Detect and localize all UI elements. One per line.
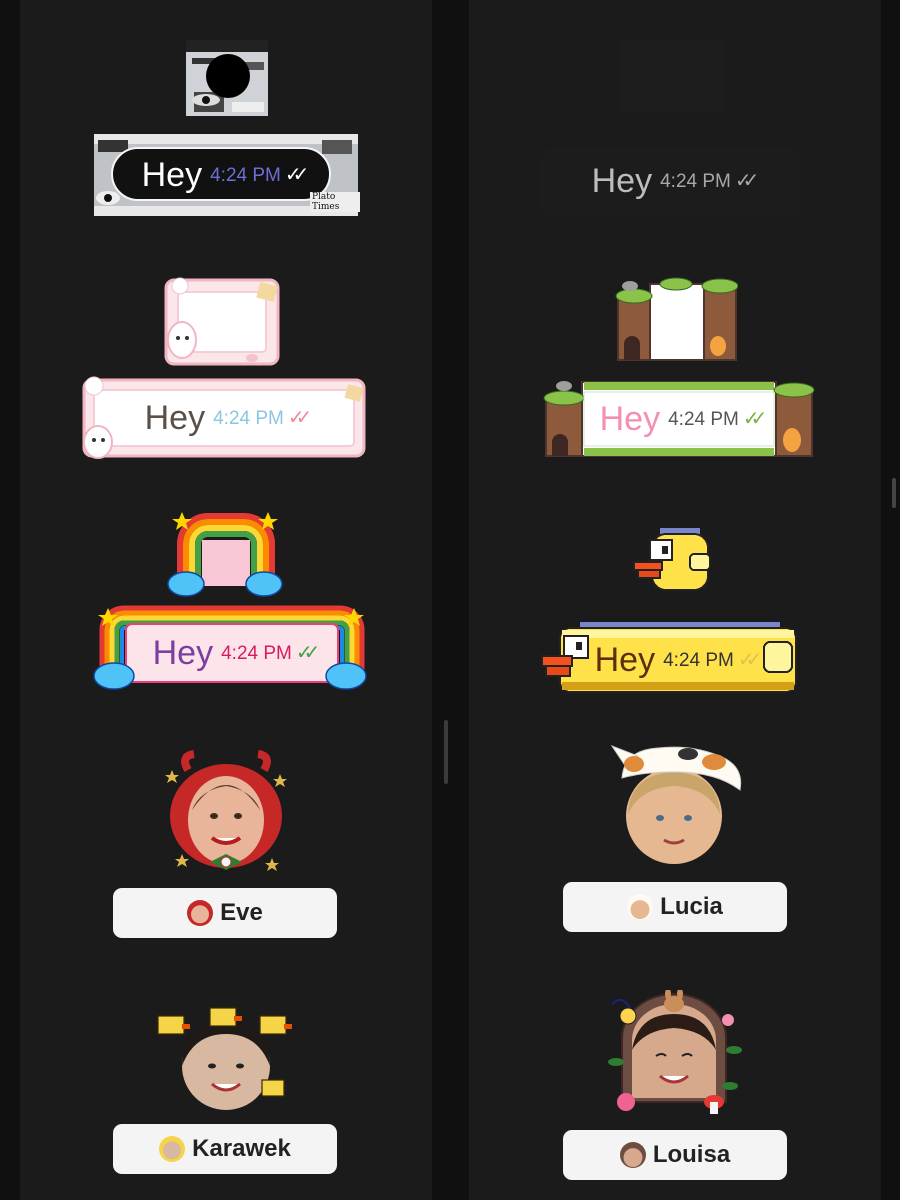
message-text: Hey	[594, 641, 656, 679]
newspaper-avatar-frame[interactable]	[182, 36, 272, 120]
message-time: 4:24 PM	[668, 408, 739, 430]
double-check-icon: ✓✓	[295, 642, 320, 664]
rainbow-chat-bubble: Hey 4:24 PM ✓✓	[126, 624, 338, 682]
message-text: Hey	[591, 162, 653, 200]
profile-name: Louisa	[652, 1141, 731, 1168]
message-text: Hey	[141, 156, 203, 194]
message-text: Hey	[144, 399, 206, 437]
bunny-chat-bubble: Hey 4:24 PM ✓✓	[94, 390, 354, 446]
avatar-icon	[619, 1142, 646, 1168]
message-time: 4:24 PM	[663, 649, 734, 671]
profile-name: Lucia	[660, 893, 723, 920]
pixel-bird-chat-bubble: Hey 4:24 PM ✓✓	[584, 638, 764, 682]
forest-avatar-frame[interactable]	[614, 272, 738, 364]
pixel-bird-bubble-frame[interactable]: Hey 4:24 PM ✓✓	[540, 620, 800, 696]
profile-name-pill-eve[interactable]: Eve	[113, 888, 337, 938]
karawek-avatar-frame[interactable]	[154, 1004, 294, 1114]
forest-chat-bubble: Hey 4:24 PM ✓✓	[584, 392, 774, 446]
dark-avatar-frame[interactable]	[620, 40, 724, 112]
scrollbar-thumb[interactable]	[892, 478, 896, 508]
avatar-icon	[187, 900, 214, 926]
newspaper-stamp: Plato Times	[310, 192, 360, 212]
newspaper-chat-bubble: Hey 4:24 PM ✓✓	[114, 150, 328, 200]
profile-name-pill-louisa[interactable]: Louisa	[563, 1130, 787, 1180]
louisa-avatar-frame[interactable]	[604, 990, 746, 1120]
rainbow-avatar-frame[interactable]	[164, 510, 288, 600]
double-check-icon: ✓✓	[734, 170, 759, 192]
eve-avatar-frame[interactable]	[162, 750, 290, 880]
bunny-bubble-frame[interactable]: Hey 4:24 PM ✓✓	[80, 376, 368, 460]
double-check-icon: ✓✓	[737, 649, 762, 671]
message-text: Hey	[599, 400, 661, 438]
message-text: Hey	[152, 634, 214, 672]
avatar-icon	[627, 894, 654, 920]
double-check-icon: ✓✓	[287, 407, 312, 429]
avatar-icon	[159, 1136, 186, 1162]
dark-chat-bubble[interactable]: Hey 4:24 PM ✓✓	[540, 148, 802, 214]
newspaper-bubble-frame[interactable]: Hey 4:24 PM ✓✓ Plato Times	[92, 132, 360, 218]
profile-name: Karawek	[192, 1135, 291, 1162]
rainbow-bubble-frame[interactable]: Hey 4:24 PM ✓✓	[92, 602, 372, 694]
forest-bubble-frame[interactable]: Hey 4:24 PM ✓✓	[542, 374, 816, 460]
double-check-icon: ✓✓	[742, 408, 767, 430]
message-time: 4:24 PM	[213, 407, 284, 429]
message-time: 4:24 PM	[210, 164, 281, 186]
profile-name: Eve	[220, 899, 263, 926]
message-time: 4:24 PM	[221, 642, 292, 664]
message-time: 4:24 PM	[660, 170, 731, 192]
split-divider-handle[interactable]	[444, 720, 448, 784]
double-check-icon: ✓✓	[284, 164, 309, 186]
pixel-bird-avatar-frame[interactable]	[632, 524, 716, 596]
lucia-avatar-frame[interactable]	[604, 742, 750, 866]
profile-name-pill-lucia[interactable]: Lucia	[563, 882, 787, 932]
profile-name-pill-karawek[interactable]: Karawek	[113, 1124, 337, 1174]
bunny-avatar-frame[interactable]	[160, 274, 284, 370]
